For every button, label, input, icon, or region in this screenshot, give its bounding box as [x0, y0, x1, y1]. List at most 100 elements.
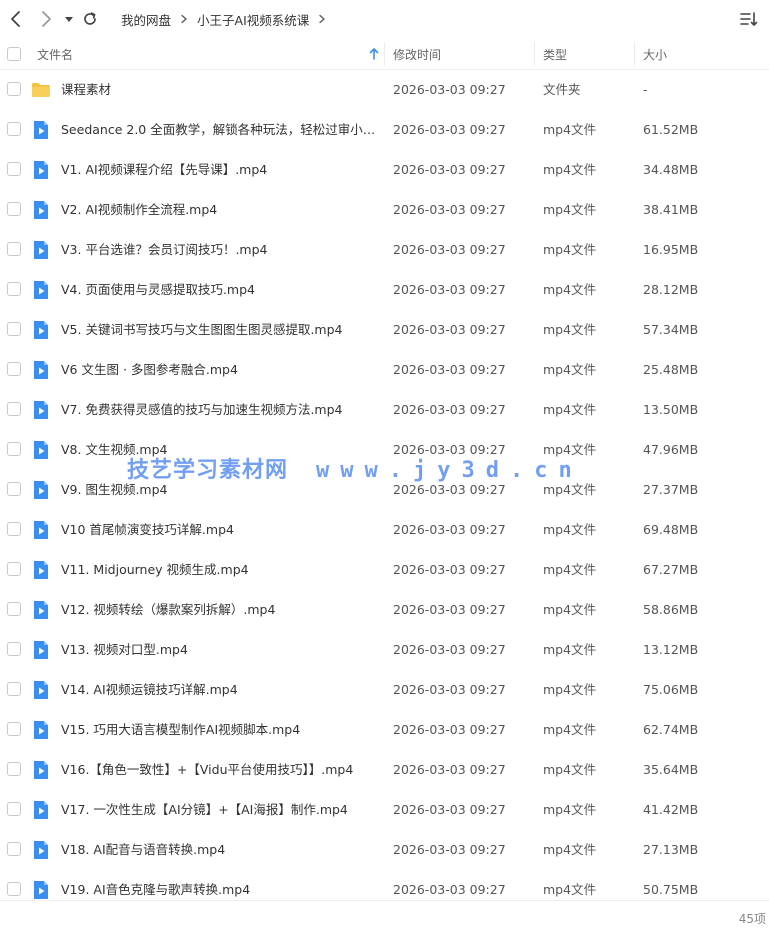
file-row[interactable]: V17. 一次性生成【AI分镜】+【AI海报】制作.mp4 2026-03-03 …: [0, 790, 769, 830]
file-modified-date: 2026-03-03 09:27: [393, 122, 506, 137]
file-size: 16.95MB: [643, 242, 699, 257]
breadcrumb-item-current[interactable]: 小王子AI视频系统课: [197, 10, 309, 29]
file-size: 38.41MB: [643, 202, 699, 217]
file-row[interactable]: V12. 视频转绘（爆款案列拆解）.mp4 2026-03-03 09:27 mp4…: [0, 590, 769, 630]
file-modified-date: 2026-03-03 09:27: [393, 642, 506, 657]
back-button[interactable]: [6, 9, 26, 29]
row-checkbox[interactable]: [7, 802, 21, 816]
file-type: mp4文件: [543, 842, 597, 857]
file-type: mp4文件: [543, 202, 597, 217]
file-list: 课程素材 2026-03-03 09:27 文件夹 - Seedance 2.0 全面教…: [0, 70, 769, 910]
file-row[interactable]: Seedance 2.0 全面教学，解锁各种玩法，轻松过审小诀... 2026-0…: [0, 110, 769, 150]
refresh-button[interactable]: [80, 9, 100, 29]
file-modified-date: 2026-03-03 09:27: [393, 282, 506, 297]
file-name: V7. 免费获得灵感值的技巧与加速生视频方法.mp4: [61, 402, 343, 417]
file-size: 62.74MB: [643, 722, 699, 737]
row-checkbox[interactable]: [7, 402, 21, 416]
file-row[interactable]: V8. 文生视频.mp4 2026-03-03 09:27 mp4文件 47.96MB: [0, 430, 769, 470]
file-row[interactable]: V9. 图生视频.mp4 2026-03-03 09:27 mp4文件 27.37MB: [0, 470, 769, 510]
file-type: mp4文件: [543, 242, 597, 257]
video-file-icon: [31, 600, 51, 620]
file-size: 13.50MB: [643, 402, 699, 417]
row-checkbox[interactable]: [7, 642, 21, 656]
video-file-icon: [31, 360, 51, 380]
forward-button[interactable]: [36, 9, 56, 29]
file-modified-date: 2026-03-03 09:27: [393, 162, 506, 177]
file-row[interactable]: V3. 平台选谁？会员订阅技巧！.mp4 2026-03-03 09:27 mp4文…: [0, 230, 769, 270]
file-row[interactable]: V14. AI视频运镜技巧详解.mp4 2026-03-03 09:27 mp4文件…: [0, 670, 769, 710]
file-name: V6 文生图 · 多图参考融合.mp4: [61, 362, 238, 377]
file-type: mp4文件: [543, 322, 597, 337]
file-row[interactable]: V18. AI配音与语音转换.mp4 2026-03-03 09:27 mp4文件 2…: [0, 830, 769, 870]
file-modified-date: 2026-03-03 09:27: [393, 562, 506, 577]
file-row[interactable]: V2. AI视频制作全流程.mp4 2026-03-03 09:27 mp4文件 38…: [0, 190, 769, 230]
sort-list-icon: [740, 12, 758, 26]
file-row[interactable]: V15. 巧用大语言模型制作AI视频脚本.mp4 2026-03-03 09:27…: [0, 710, 769, 750]
video-file-icon: [31, 480, 51, 500]
file-size: 69.48MB: [643, 522, 699, 537]
column-type[interactable]: 类型: [543, 38, 567, 70]
file-name: V1. AI视频课程介绍【先导课】.mp4: [61, 162, 268, 177]
row-checkbox[interactable]: [7, 282, 21, 296]
file-row[interactable]: V1. AI视频课程介绍【先导课】.mp4 2026-03-03 09:27 mp4…: [0, 150, 769, 190]
toolbar: 我的网盘 小王子AI视频系统课: [0, 0, 769, 38]
sort-menu-button[interactable]: [739, 9, 759, 29]
column-header: 文件名 修改时间 类型 大小: [0, 38, 769, 70]
row-checkbox[interactable]: [7, 882, 21, 896]
column-modified[interactable]: 修改时间: [393, 38, 441, 70]
row-checkbox[interactable]: [7, 82, 21, 96]
row-checkbox[interactable]: [7, 162, 21, 176]
row-checkbox[interactable]: [7, 762, 21, 776]
row-checkbox[interactable]: [7, 122, 21, 136]
file-row[interactable]: V10 首尾帧演变技巧详解.mp4 2026-03-03 09:27 mp4文件 69…: [0, 510, 769, 550]
row-checkbox[interactable]: [7, 722, 21, 736]
file-type: mp4文件: [543, 722, 597, 737]
row-checkbox[interactable]: [7, 522, 21, 536]
file-row[interactable]: 课程素材 2026-03-03 09:27 文件夹 -: [0, 70, 769, 110]
row-checkbox[interactable]: [7, 602, 21, 616]
sort-ascending-icon: [369, 48, 379, 60]
file-row[interactable]: V13. 视频对口型.mp4 2026-03-03 09:27 mp4文件 13.12…: [0, 630, 769, 670]
row-checkbox[interactable]: [7, 842, 21, 856]
breadcrumb-item-root[interactable]: 我的网盘: [121, 10, 171, 29]
row-checkbox[interactable]: [7, 242, 21, 256]
file-type: mp4文件: [543, 162, 597, 177]
file-type: mp4文件: [543, 282, 597, 297]
video-file-icon: [31, 880, 51, 900]
row-checkbox[interactable]: [7, 682, 21, 696]
file-size: -: [643, 82, 648, 97]
video-file-icon: [31, 440, 51, 460]
file-name: V13. 视频对口型.mp4: [61, 642, 188, 657]
video-file-icon: [31, 640, 51, 660]
row-checkbox[interactable]: [7, 362, 21, 376]
file-type: 文件夹: [543, 82, 581, 97]
row-checkbox[interactable]: [7, 562, 21, 576]
history-dropdown-button[interactable]: [60, 9, 78, 29]
chevron-right-icon: [42, 11, 51, 27]
column-divider[interactable]: [384, 42, 385, 66]
column-divider[interactable]: [534, 42, 535, 66]
file-row[interactable]: V7. 免费获得灵感值的技巧与加速生视频方法.mp4 2026-03-03 09:…: [0, 390, 769, 430]
file-row[interactable]: V5. 关键词书写技巧与文生图图生图灵感提取.mp4 2026-03-03 09:…: [0, 310, 769, 350]
file-row[interactable]: V16.【角色一致性】+【Vidu平台使用技巧】】.mp4 2026-03-03 …: [0, 750, 769, 790]
row-checkbox[interactable]: [7, 202, 21, 216]
file-modified-date: 2026-03-03 09:27: [393, 842, 506, 857]
file-modified-date: 2026-03-03 09:27: [393, 442, 506, 457]
column-name[interactable]: 文件名: [37, 38, 382, 70]
select-all-checkbox[interactable]: [7, 47, 21, 61]
row-checkbox[interactable]: [7, 482, 21, 496]
file-name: V16.【角色一致性】+【Vidu平台使用技巧】】.mp4: [61, 762, 354, 777]
row-checkbox[interactable]: [7, 442, 21, 456]
file-modified-date: 2026-03-03 09:27: [393, 802, 506, 817]
item-count: 45项: [738, 912, 766, 926]
file-type: mp4文件: [543, 362, 597, 377]
file-row[interactable]: V6 文生图 · 多图参考融合.mp4 2026-03-03 09:27 mp4文件…: [0, 350, 769, 390]
file-row[interactable]: V11. Midjourney 视频生成.mp4 2026-03-03 09:27…: [0, 550, 769, 590]
column-size[interactable]: 大小: [643, 38, 667, 70]
column-divider[interactable]: [634, 42, 635, 66]
video-file-icon: [31, 280, 51, 300]
file-row[interactable]: V4. 页面使用与灵感提取技巧.mp4 2026-03-03 09:27 mp4文件…: [0, 270, 769, 310]
row-checkbox[interactable]: [7, 322, 21, 336]
video-file-icon: [31, 400, 51, 420]
file-name: V2. AI视频制作全流程.mp4: [61, 202, 218, 217]
